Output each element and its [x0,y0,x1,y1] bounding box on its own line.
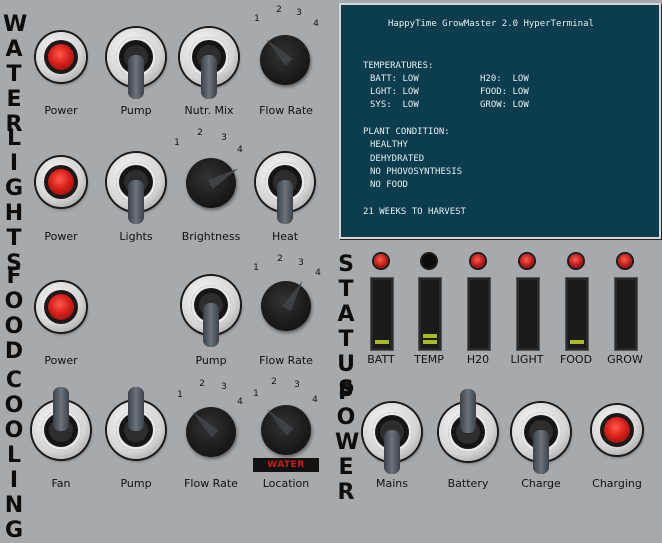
water-power-button[interactable] [36,32,86,82]
knob-tick-1: 1 [177,390,183,400]
knob-tick-4: 4 [315,268,321,278]
terminal-condition: NO FOOD [370,180,408,190]
terminal-grow: GROW: LOW [480,100,529,110]
terminal-plant-heading: PLANT CONDITION: [363,127,450,137]
lights-power-led [48,169,74,195]
status-meter-h20 [467,277,491,351]
water-nutr-mix-toggle[interactable] [180,28,238,99]
knob-tick-1: 1 [174,138,180,148]
terminal-sys: SYS: LOW [370,100,419,110]
knob-tick-3: 3 [294,380,300,390]
terminal-h2o: H20: LOW [480,74,529,84]
cooling-pump-toggle[interactable] [107,387,165,459]
knob-tick-3: 3 [221,133,227,143]
knob-pointer [262,35,293,66]
status-led-temp [422,254,436,268]
charging-led [604,417,630,443]
status-led-light [520,254,534,268]
power-mains-toggle[interactable] [363,403,421,474]
terminal-condition: DEHYDRATED [370,154,425,164]
food-flow-rate-label: Flow Rate [259,354,313,367]
terminal-food: FOOD: LOW [480,87,529,97]
knob-tick-3: 3 [298,258,304,268]
status-led-grow [618,254,632,268]
status-meter-light [516,277,540,351]
cooling-location-label: Location [262,477,310,490]
lights-heat-toggle[interactable] [256,153,314,224]
water-power-led [48,44,74,70]
section-title-lights: LIGHTS [4,126,24,276]
status-meter-food [565,277,589,351]
water-flow-rate-label: Flow Rate [259,104,313,117]
knob-tick-4: 4 [237,145,243,155]
status-label-grow: GROW [607,353,643,366]
section-title-food: FOOD [4,264,24,364]
terminal-temps-heading: TEMPERATURES: [363,61,434,71]
knob-tick-1: 1 [253,389,259,399]
cooling-flow-rate-knob[interactable] [186,407,236,457]
knob-tick-3: 3 [296,8,302,18]
meter-segment [375,340,389,344]
section-title-water: WATER [3,12,28,137]
knob-tick-2: 2 [197,128,203,138]
knob-tick-2: 2 [271,377,277,387]
water-flow-rate-knob[interactable] [260,35,310,85]
knob-tick-4: 4 [237,397,243,407]
food-power-label: Power [44,354,78,367]
knob-pointer [207,164,241,189]
power-charging-label: Charging [592,477,642,490]
status-meter-grow [614,277,638,351]
lights-heat-label: Heat [271,230,299,243]
status-meter-batt [370,277,394,351]
knob-pointer [282,278,307,312]
food-flow-rate-knob[interactable] [261,278,311,331]
food-power-led [48,294,74,320]
cooling-location-knob[interactable] [261,405,311,455]
terminal-batt: BATT: LOW [370,74,419,84]
knob-tick-3: 3 [221,382,227,392]
knob-tick-2: 2 [276,5,282,15]
knob-pointer [263,405,294,436]
knob-tick-1: 1 [254,14,260,24]
power-charge-toggle[interactable] [512,403,570,474]
lights-lights-toggle[interactable] [107,153,165,224]
meter-segment [423,334,437,338]
knob-tick-4: 4 [312,395,318,405]
food-power-button[interactable] [36,282,86,332]
terminal-title: HappyTime GrowMaster 2.0 HyperTerminal [388,19,594,29]
terminal-harvest: 21 WEEKS TO HARVEST [363,207,466,217]
knob-tick-4: 4 [313,19,319,29]
cooling-location-display: WATER [253,458,319,472]
terminal-condition: NO PHOVOSYNTHESIS [370,167,463,177]
knob-tick-2: 2 [199,379,205,389]
power-charging-indicator [592,405,642,455]
hyperterminal-screen: HappyTime GrowMaster 2.0 HyperTerminal T… [339,3,661,239]
knob-pointer [188,407,219,438]
terminal-lght: LGHT: LOW [370,87,419,97]
cooling-fan-toggle[interactable] [32,387,90,459]
meter-segment [570,340,584,344]
power-battery-toggle[interactable] [439,389,497,461]
status-meter-temp [418,277,442,351]
lights-power-button[interactable] [36,157,86,207]
status-led-batt [374,254,388,268]
food-pump-toggle[interactable] [182,276,240,347]
knob-tick-2: 2 [277,254,283,264]
terminal-condition: HEALTHY [370,140,408,150]
knob-tick-1: 1 [253,263,259,273]
water-pump-toggle[interactable] [107,28,165,99]
status-led-h20 [471,254,485,268]
section-title-cooling: COOLING [4,368,24,543]
status-led-food [569,254,583,268]
meter-segment [423,340,437,344]
lights-brightness-knob[interactable] [186,158,241,208]
